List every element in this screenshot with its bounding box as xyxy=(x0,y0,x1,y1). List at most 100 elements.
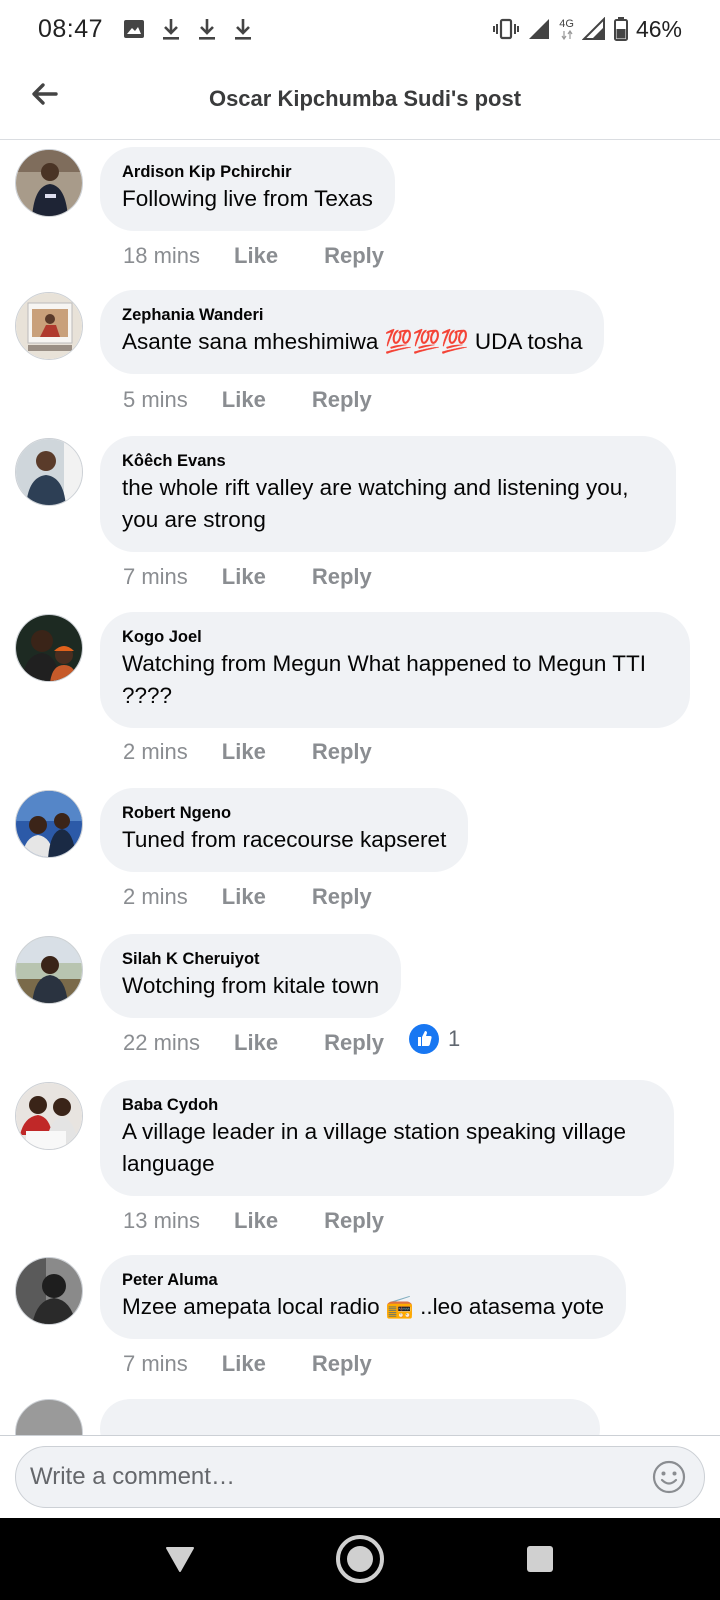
like-button[interactable]: Like xyxy=(222,884,266,910)
comment-bubble: Silah K Cheruiyot Wotching from kitale t… xyxy=(100,934,402,1018)
recents-square-icon xyxy=(527,1546,553,1572)
like-button[interactable]: Like xyxy=(234,243,278,269)
comment-time[interactable]: 2 mins xyxy=(123,739,188,765)
battery-icon xyxy=(613,17,628,41)
signal-icon xyxy=(527,17,551,41)
avatar[interactable] xyxy=(15,936,83,1004)
comment-author[interactable]: Zephania Wanderi xyxy=(122,304,582,326)
comment-bubble: Kôêch Evans the whole rift valley are wa… xyxy=(100,436,676,552)
avatar[interactable] xyxy=(15,790,83,858)
comment-bubble: Baba Cydoh A village leader in a village… xyxy=(100,1080,674,1196)
reply-button[interactable]: Reply xyxy=(312,884,372,910)
nav-back-button[interactable] xyxy=(150,1529,210,1589)
comment-time[interactable]: 5 mins xyxy=(123,387,188,413)
avatar[interactable] xyxy=(15,149,83,217)
like-button[interactable]: Like xyxy=(222,1351,266,1377)
comment-actions: 5 mins Like Reply xyxy=(123,387,372,413)
battery-percent: 46% xyxy=(635,15,682,42)
comment-time[interactable]: 18 mins xyxy=(123,243,200,269)
comment-bubble: Peter Aluma Mzee amepata local radio 📻 .… xyxy=(100,1255,627,1339)
comment-bubble xyxy=(100,1399,600,1435)
comment-author[interactable]: Peter Aluma xyxy=(122,1269,604,1291)
like-button[interactable]: Like xyxy=(222,564,266,590)
reply-button[interactable]: Reply xyxy=(312,387,372,413)
avatar[interactable] xyxy=(15,438,83,506)
avatar[interactable] xyxy=(15,292,83,360)
comment-text: Wotching from kitale town xyxy=(122,973,380,998)
back-arrow-icon xyxy=(32,83,58,105)
avatar[interactable] xyxy=(15,1082,83,1150)
back-button[interactable] xyxy=(26,76,62,112)
comment-time[interactable]: 2 mins xyxy=(123,884,188,910)
avatar[interactable] xyxy=(15,1399,83,1435)
comment-author[interactable]: Kôêch Evans xyxy=(122,450,654,472)
emoji-button[interactable] xyxy=(652,1460,686,1494)
comment-text: A village leader in a village station sp… xyxy=(122,1119,627,1176)
comment-bubble: Zephania Wanderi Asante sana mheshimiwa … xyxy=(100,290,605,374)
post-header: Oscar Kipchumba Sudi's post xyxy=(0,58,720,140)
comment-author[interactable]: Robert Ngeno xyxy=(122,802,446,824)
comment-actions: 7 mins Like Reply xyxy=(123,1351,372,1377)
comment-actions: 7 mins Like Reply xyxy=(123,564,372,590)
signal-icon xyxy=(581,17,606,41)
4g-icon: 4G xyxy=(559,18,574,40)
comment-time[interactable]: 22 mins xyxy=(123,1030,200,1056)
reply-button[interactable]: Reply xyxy=(324,243,384,269)
smiley-icon xyxy=(652,1460,686,1494)
reaction-summary[interactable]: 1 xyxy=(408,1023,460,1055)
comment-text: Tuned from racecourse kapseret xyxy=(122,827,447,852)
comment-actions: 2 mins Like Reply xyxy=(123,739,372,765)
system-icons: 4G 46% xyxy=(493,16,682,43)
page-title: Oscar Kipchumba Sudi's post xyxy=(208,85,522,111)
comment-text: the whole rift valley are watching and l… xyxy=(122,475,629,532)
comment-actions: 18 mins Like Reply xyxy=(123,243,384,269)
comment-actions: 22 mins Like Reply 1 xyxy=(123,1024,460,1056)
reply-button[interactable]: Reply xyxy=(312,739,372,765)
status-bar: 08:47 4G 46% xyxy=(0,0,720,58)
comment-time[interactable]: 7 mins xyxy=(123,564,188,590)
comment-text: Mzee amepata local radio 📻 ..leo atasema… xyxy=(122,1294,605,1319)
comment-bubble: Robert Ngeno Tuned from racecourse kapse… xyxy=(100,788,469,872)
reaction-count: 1 xyxy=(448,1026,461,1051)
comment-input[interactable] xyxy=(16,1447,636,1507)
comment-box[interactable] xyxy=(15,1446,705,1508)
comment-author[interactable]: Baba Cydoh xyxy=(122,1094,652,1116)
reply-button[interactable]: Reply xyxy=(312,1351,372,1377)
comment-bubble: Ardison Kip Pchirchir Following live fro… xyxy=(100,147,395,231)
nav-home-button[interactable] xyxy=(330,1529,390,1589)
reply-button[interactable]: Reply xyxy=(324,1030,384,1056)
comment-text: Asante sana mheshimiwa 💯💯💯 UDA tosha xyxy=(122,329,583,354)
reply-button[interactable]: Reply xyxy=(312,564,372,590)
like-button[interactable]: Like xyxy=(222,387,266,413)
comment-actions: 13 mins Like Reply xyxy=(123,1208,384,1234)
download-icon xyxy=(197,17,217,41)
home-circle-icon xyxy=(336,1535,384,1583)
like-reaction-icon xyxy=(409,1024,439,1054)
like-button[interactable]: Like xyxy=(234,1208,278,1234)
vibrate-icon xyxy=(493,18,520,40)
download-icon xyxy=(233,17,253,41)
comment-time[interactable]: 7 mins xyxy=(123,1351,188,1377)
comment-author[interactable]: Silah K Cheruiyot xyxy=(122,948,379,970)
like-button[interactable]: Like xyxy=(234,1030,278,1056)
comment-text: Watching from Megun What happened to Meg… xyxy=(122,651,647,708)
notification-icons xyxy=(123,17,253,41)
comment-actions: 2 mins Like Reply xyxy=(123,884,372,910)
comment-author[interactable]: Ardison Kip Pchirchir xyxy=(122,161,373,183)
avatar[interactable] xyxy=(15,614,83,682)
comment-time[interactable]: 13 mins xyxy=(123,1208,200,1234)
comment-bubble: Kogo Joel Watching from Megun What happe… xyxy=(100,612,690,728)
avatar[interactable] xyxy=(15,1257,83,1325)
like-button[interactable]: Like xyxy=(222,739,266,765)
reply-button[interactable]: Reply xyxy=(324,1208,384,1234)
system-nav-bar xyxy=(0,1518,720,1600)
status-time: 08:47 xyxy=(38,14,104,43)
comment-list[interactable]: Ardison Kip Pchirchir Following live fro… xyxy=(0,141,720,1435)
image-icon xyxy=(123,19,145,39)
comment-composer xyxy=(0,1435,720,1518)
nav-recents-button[interactable] xyxy=(510,1529,570,1589)
back-triangle-icon xyxy=(166,1547,194,1572)
comment-author[interactable]: Kogo Joel xyxy=(122,626,668,648)
download-icon xyxy=(161,17,181,41)
comment-text: Following live from Texas xyxy=(122,186,373,211)
